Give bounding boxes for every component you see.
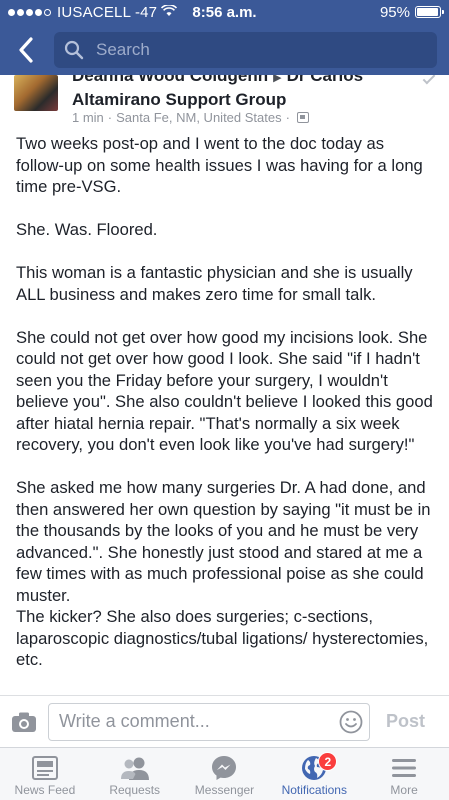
chevron-left-icon bbox=[19, 36, 33, 63]
post-author: Deanna Wood Coldgenn ▶ Dr Carlos Altamiran… bbox=[72, 75, 412, 111]
comment-bar: Post bbox=[0, 695, 449, 747]
tab-messenger[interactable]: Messenger bbox=[180, 748, 270, 800]
post-paragraph: She could not get over how good my incis… bbox=[16, 327, 433, 455]
news-feed-icon bbox=[31, 753, 59, 783]
tab-label: Notifications bbox=[281, 783, 347, 797]
arrow-right-icon: ▶ bbox=[273, 75, 282, 84]
tab-more[interactable]: More bbox=[359, 748, 449, 800]
top-bar: IUSACELL -47 8:56 a.m. 95% bbox=[0, 0, 449, 75]
tab-label: More bbox=[390, 783, 418, 797]
battery-percent: 95% bbox=[379, 3, 410, 21]
avatar[interactable] bbox=[14, 75, 58, 111]
signal-strength-icon bbox=[8, 8, 51, 16]
group-name-first[interactable]: Dr Carlos bbox=[287, 75, 364, 85]
comment-input[interactable] bbox=[59, 711, 339, 732]
notification-badge: 2 bbox=[318, 752, 338, 771]
author-name-link[interactable]: Deanna Wood Coldgenn bbox=[72, 75, 268, 85]
post-header: Deanna Wood Coldgenn ▶ Dr Carlos Altamiran… bbox=[0, 75, 449, 133]
messenger-icon bbox=[210, 753, 238, 783]
tab-notifications[interactable]: 2 Notifications bbox=[269, 748, 359, 800]
camera-icon[interactable] bbox=[10, 708, 38, 736]
carrier-name: IUSACELL -47 bbox=[57, 3, 158, 21]
menu-icon bbox=[391, 753, 417, 783]
post-meta: 1 min · Santa Fe, NM, United States · bbox=[72, 110, 309, 125]
wifi-icon bbox=[161, 3, 178, 20]
chevron-down-icon[interactable] bbox=[422, 75, 436, 85]
post-paragraph: Two weeks post-op and I went to the doc … bbox=[16, 134, 423, 196]
post-time[interactable]: 1 min bbox=[72, 110, 104, 125]
search-bar[interactable] bbox=[54, 31, 437, 68]
search-input[interactable] bbox=[96, 39, 376, 60]
comment-box[interactable] bbox=[48, 702, 370, 741]
group-name-second[interactable]: Altamirano Support Group bbox=[72, 90, 286, 109]
smiley-icon[interactable] bbox=[339, 710, 363, 734]
friend-requests-icon bbox=[119, 753, 151, 783]
post-paragraph: She asked me how many surgeries Dr. A ha… bbox=[16, 478, 431, 605]
post-paragraph: This woman is a fantastic physician and … bbox=[16, 263, 413, 304]
post: Deanna Wood Coldgenn ▶ Dr Carlos Altamiran… bbox=[0, 75, 449, 695]
nav-row bbox=[0, 24, 449, 75]
battery-icon bbox=[415, 6, 444, 18]
status-bar: IUSACELL -47 8:56 a.m. 95% bbox=[0, 0, 449, 24]
post-paragraph: She. Was. Floored. bbox=[16, 220, 158, 239]
tab-requests[interactable]: Requests bbox=[90, 748, 180, 800]
tab-label: Messenger bbox=[194, 783, 255, 797]
tab-label: Requests bbox=[109, 783, 161, 797]
audience-icon bbox=[296, 112, 309, 123]
post-location[interactable]: Santa Fe, NM, United States bbox=[116, 110, 281, 125]
search-icon bbox=[64, 39, 86, 61]
post-paragraph: The kicker? She also does surgeries; c-s… bbox=[16, 607, 429, 669]
tab-label: News Feed bbox=[14, 783, 76, 797]
tab-news-feed[interactable]: News Feed bbox=[0, 748, 90, 800]
back-button[interactable] bbox=[8, 30, 44, 70]
tab-bar: News Feed Requests Messenger 2 Notificat… bbox=[0, 747, 449, 800]
post-body: Two weeks post-op and I went to the doc … bbox=[0, 133, 449, 671]
post-comment-button[interactable]: Post bbox=[386, 711, 425, 732]
